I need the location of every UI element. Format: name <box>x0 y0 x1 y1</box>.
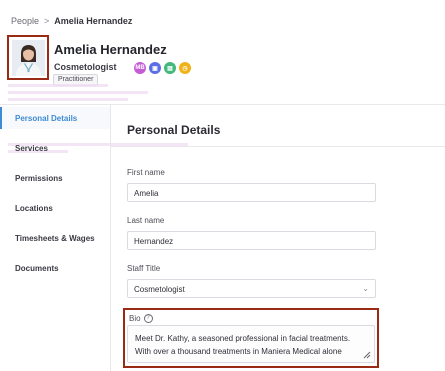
bio-label-row: Bio ? <box>129 314 153 323</box>
bio-textarea[interactable]: Meet Dr. Kathy, a seasoned professional … <box>127 325 375 363</box>
breadcrumb-current: Amelia Hernandez <box>54 16 133 26</box>
breadcrumb: People > Amelia Hernandez <box>11 16 132 26</box>
avatar[interactable] <box>12 40 45 76</box>
sidebar-item-services[interactable]: Services <box>0 137 110 159</box>
first-name-label: First name <box>127 168 165 177</box>
sidebar-item-documents[interactable]: Documents <box>0 257 110 279</box>
sidebar-item-permissions[interactable]: Permissions <box>0 167 110 189</box>
sidebar-item-timesheets-wages[interactable]: Timesheets & Wages <box>0 227 110 249</box>
bio-text: Meet Dr. Kathy, a seasoned professional … <box>135 334 351 356</box>
resize-handle-icon[interactable] <box>363 351 371 359</box>
breadcrumb-people-link[interactable]: People <box>11 16 39 26</box>
profile-name: Amelia Hernandez <box>54 42 167 57</box>
staff-title-label: Staff Title <box>127 264 161 273</box>
staff-profile-page: People > Amelia Hernandez Amelia Hernand… <box>0 0 445 371</box>
profile-badges: MB ▣ ▤ ◷ <box>134 62 191 74</box>
chevron-down-icon: ⌄ <box>362 284 369 293</box>
panel-title: Personal Details <box>127 123 221 137</box>
mb-badge[interactable]: MB <box>134 62 146 74</box>
sidebar-item-personal-details[interactable]: Personal Details <box>0 107 110 129</box>
person-photo-icon <box>12 40 45 76</box>
first-name-field[interactable]: Amelia <box>127 183 376 202</box>
list-badge-icon[interactable]: ▤ <box>164 62 176 74</box>
last-name-field[interactable]: Hernandez <box>127 231 376 250</box>
breadcrumb-separator: > <box>44 16 50 26</box>
panel-title-divider <box>111 146 445 147</box>
calendar-badge-icon[interactable]: ▣ <box>149 62 161 74</box>
avatar-highlight-frame <box>7 35 49 80</box>
profile-title: Cosmetologist <box>54 62 117 72</box>
last-name-label: Last name <box>127 216 165 225</box>
staff-title-value: Cosmetologist <box>134 285 185 294</box>
ghost-row <box>8 91 148 94</box>
ghost-row <box>8 98 128 101</box>
header-divider <box>0 104 445 105</box>
clock-badge-icon[interactable]: ◷ <box>179 62 191 74</box>
ghost-row <box>8 84 108 87</box>
sidebar-divider <box>110 104 111 371</box>
bio-highlight-frame: Bio ? Meet Dr. Kathy, a seasoned profess… <box>123 308 379 368</box>
help-icon[interactable]: ? <box>143 314 153 323</box>
bio-label: Bio <box>129 314 141 323</box>
sidebar-item-locations[interactable]: Locations <box>0 197 110 219</box>
staff-title-select[interactable]: Cosmetologist ⌄ <box>127 279 376 298</box>
